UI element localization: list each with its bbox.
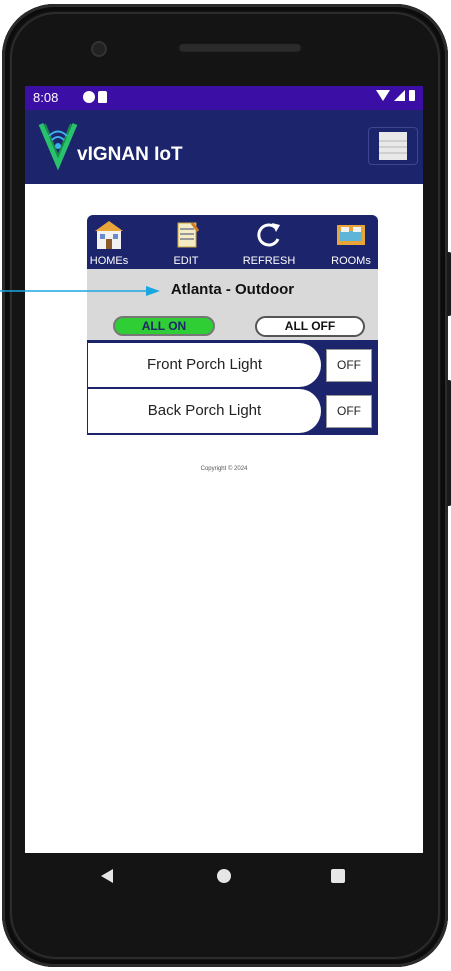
sd-card-icon: [98, 91, 107, 103]
device-row: Back Porch Light OFF: [88, 389, 376, 433]
recents-icon[interactable]: [331, 869, 345, 883]
status-icons: [376, 90, 415, 101]
battery-icon: [409, 90, 415, 101]
app-title: vIGNAN IoT: [77, 144, 183, 165]
room-toolbar: HOMEs EDIT REFRESH ROOMs: [87, 215, 378, 269]
rooms-label: ROOMs: [331, 255, 371, 267]
status-time: 8:08: [33, 90, 59, 105]
rooms-button[interactable]: ROOMs: [321, 217, 381, 269]
home-icon[interactable]: [217, 869, 231, 883]
all-on-button[interactable]: ALL ON: [113, 316, 215, 336]
screen: 8:08 vIGNAN IoT HOMEs EDIT REFRESH ROOMs…: [25, 86, 423, 853]
signal-icon: [394, 90, 405, 101]
app-bar: vIGNAN IoT: [25, 110, 423, 184]
front-camera: [91, 41, 107, 57]
device-name: Back Porch Light: [88, 389, 321, 433]
room-panel: HOMEs EDIT REFRESH ROOMs Atlanta - Outdo…: [87, 215, 378, 435]
status-bar: 8:08: [25, 86, 423, 110]
device-toggle-button[interactable]: OFF: [326, 395, 372, 428]
room-header: Atlanta - Outdoor ALL ON ALL OFF: [87, 269, 378, 340]
hamburger-icon: [379, 132, 407, 160]
notepad-edit-icon: [177, 222, 200, 248]
app-logo-icon: [38, 123, 78, 170]
refresh-label: REFRESH: [242, 255, 296, 267]
house-icon: [95, 221, 123, 249]
refresh-icon: [257, 223, 280, 247]
device-row: Front Porch Light OFF: [88, 343, 376, 387]
homes-button[interactable]: HOMEs: [79, 217, 139, 269]
homes-label: HOMEs: [89, 255, 129, 267]
power-button: [447, 380, 451, 506]
earpiece-speaker: [178, 42, 302, 52]
menu-button[interactable]: [368, 127, 418, 165]
copyright-text: Copyright © 2024: [200, 466, 248, 472]
edit-button[interactable]: EDIT: [156, 217, 216, 269]
device-toggle-button[interactable]: OFF: [326, 349, 372, 382]
device-name: Front Porch Light: [88, 343, 321, 387]
notification-app-icon: [83, 91, 95, 103]
edit-label: EDIT: [173, 255, 199, 267]
arrow-pointer-icon: [0, 286, 160, 296]
android-nav-bar: [25, 853, 423, 899]
refresh-button[interactable]: REFRESH: [239, 217, 299, 269]
rooms-icon: [337, 225, 365, 245]
all-off-button[interactable]: ALL OFF: [255, 316, 365, 337]
device-list: Front Porch Light OFF Back Porch Light O…: [87, 340, 378, 435]
wifi-icon: [376, 90, 390, 101]
volume-button: [447, 252, 451, 316]
back-icon[interactable]: [101, 869, 113, 883]
